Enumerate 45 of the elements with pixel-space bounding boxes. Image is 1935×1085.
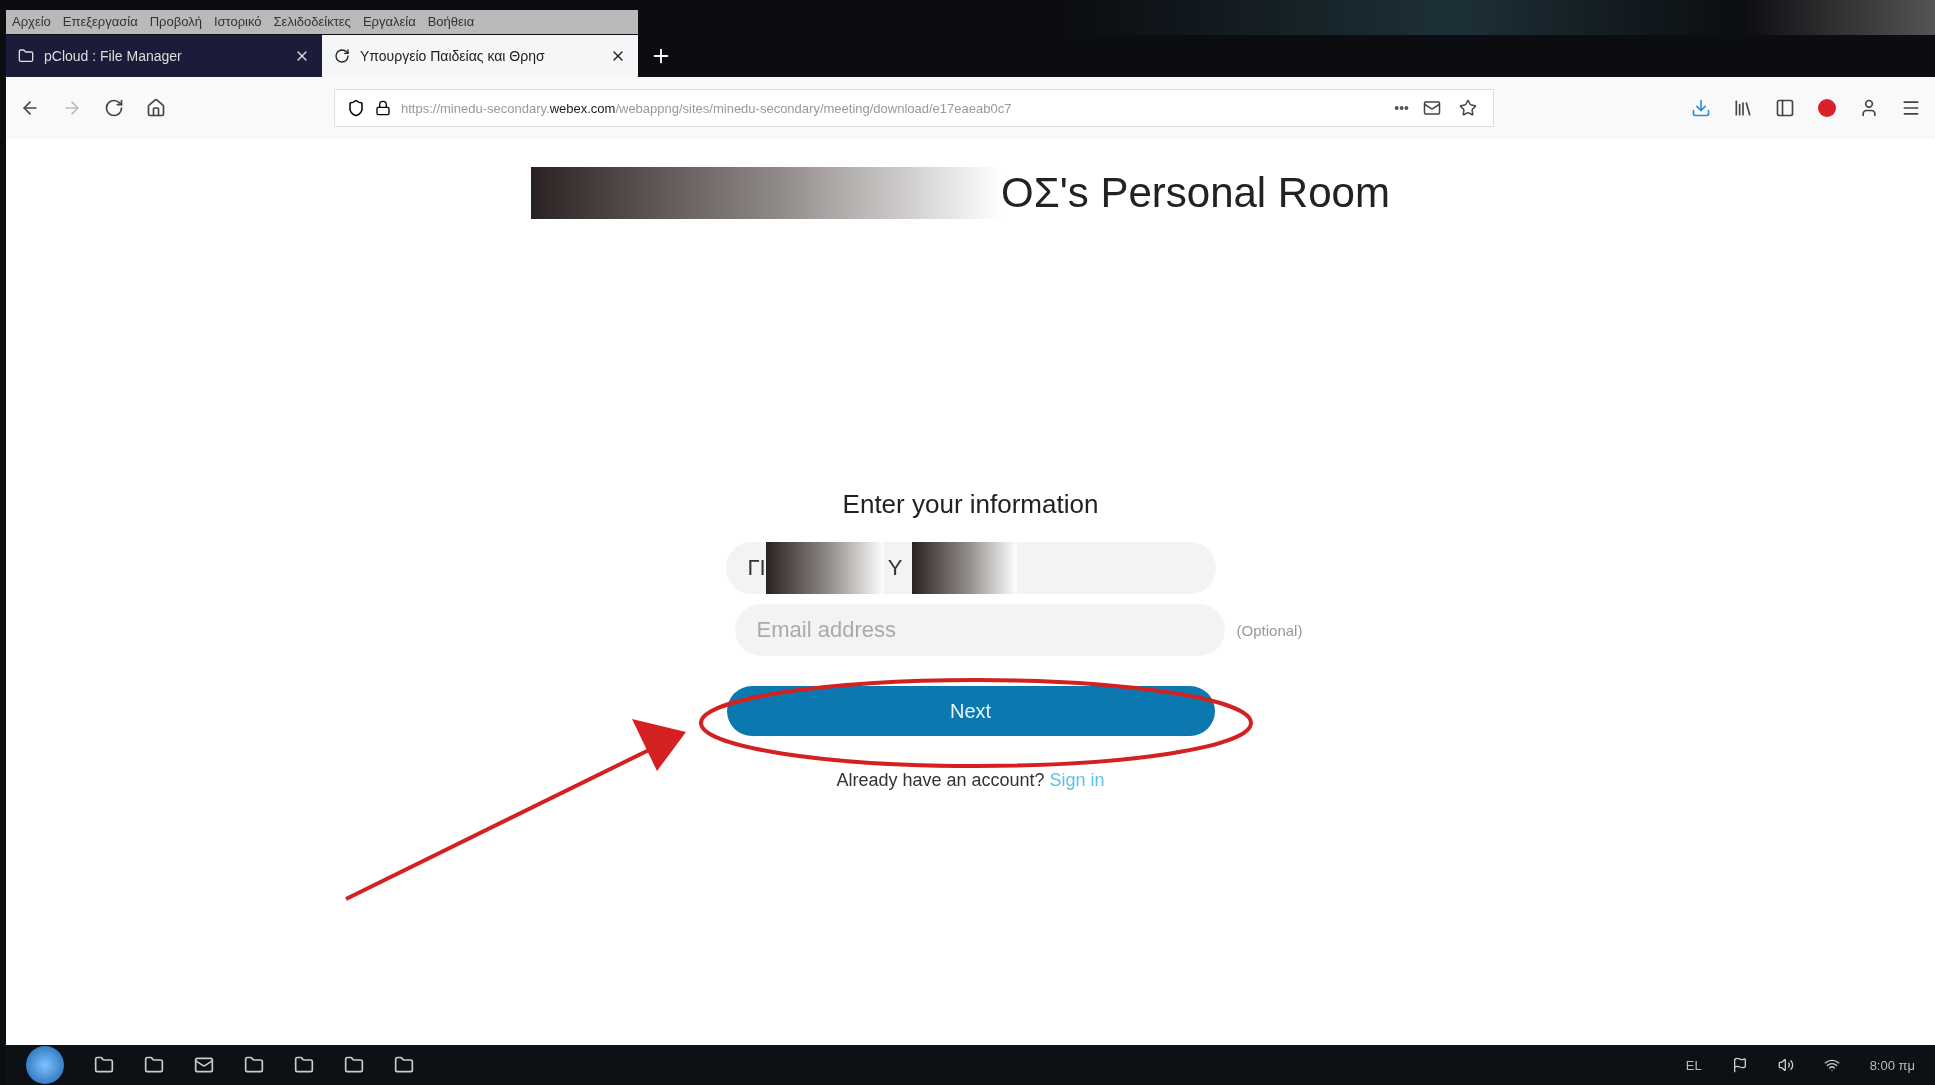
menu-item[interactable]: Εργαλεία xyxy=(362,14,416,29)
menu-item[interactable]: Αρχείο xyxy=(12,14,51,29)
taskbar-app-icon[interactable] xyxy=(344,1055,364,1075)
bookmark-button[interactable] xyxy=(1459,99,1477,117)
loading-icon xyxy=(334,48,350,64)
shield-icon xyxy=(347,99,365,117)
address-bar[interactable]: https://minedu-secondary.webex.com/webappng/sites/minedu-secondary/meeting/download/e17eaeab0c7 ••• xyxy=(334,89,1494,127)
email-field[interactable]: Email address xyxy=(734,604,1225,656)
browser-tab[interactable]: Υπουργείο Παιδείας και Θρησ xyxy=(322,35,638,77)
next-button[interactable]: Next xyxy=(726,686,1215,736)
download-button[interactable] xyxy=(1691,98,1711,118)
home-button[interactable] xyxy=(146,98,166,118)
menu-item[interactable]: Προβολή xyxy=(149,14,202,29)
optional-note: (Optional) xyxy=(1236,621,1303,639)
menu-item[interactable]: Βοήθεια xyxy=(427,14,475,29)
sidebar-button[interactable] xyxy=(1775,98,1795,118)
menu-item[interactable]: Ιστορικό xyxy=(213,14,262,29)
menu-item[interactable]: Επεξεργασία xyxy=(62,14,138,29)
menu-item[interactable]: Σελιδοδείκτες xyxy=(273,14,351,29)
taskbar-app-icon[interactable] xyxy=(244,1055,264,1075)
taskbar-app-icon[interactable] xyxy=(144,1055,164,1075)
account-prompt: Already have an account? Sign in xyxy=(836,770,1105,791)
taskbar-app-icon[interactable] xyxy=(194,1055,214,1075)
reload-button[interactable] xyxy=(104,98,124,118)
lock-icon xyxy=(375,100,391,116)
signal-icon[interactable] xyxy=(1823,1057,1840,1073)
name-field[interactable]: ΓΙ Υ xyxy=(725,542,1216,594)
flag-icon[interactable] xyxy=(1731,1057,1748,1073)
start-button[interactable] xyxy=(26,1046,64,1084)
browser-tab[interactable]: pCloud : File Manager xyxy=(6,35,322,77)
language-indicator[interactable]: EL xyxy=(1685,1057,1702,1073)
taskbar-app-icon[interactable] xyxy=(394,1055,414,1075)
menu-button[interactable] xyxy=(1901,98,1921,118)
url-text: https://minedu-secondary.webex.com/webappng/sites/minedu-secondary/meeting/download/e17eaeab0c7 xyxy=(401,100,1013,116)
more-button[interactable]: ••• xyxy=(1394,100,1409,116)
room-title: ΟΣ's Personal Room xyxy=(1001,169,1390,217)
clock[interactable]: 8:00 πμ xyxy=(1869,1057,1915,1073)
volume-icon[interactable] xyxy=(1777,1057,1794,1073)
taskbar-app-icon[interactable] xyxy=(294,1055,314,1075)
taskbar-app-icon[interactable] xyxy=(94,1055,114,1075)
form-title: Enter your information xyxy=(842,489,1099,520)
account-button[interactable] xyxy=(1859,98,1879,118)
library-button[interactable] xyxy=(1733,98,1753,118)
stop-button[interactable] xyxy=(1817,98,1837,118)
pocket-button[interactable] xyxy=(1423,99,1441,117)
